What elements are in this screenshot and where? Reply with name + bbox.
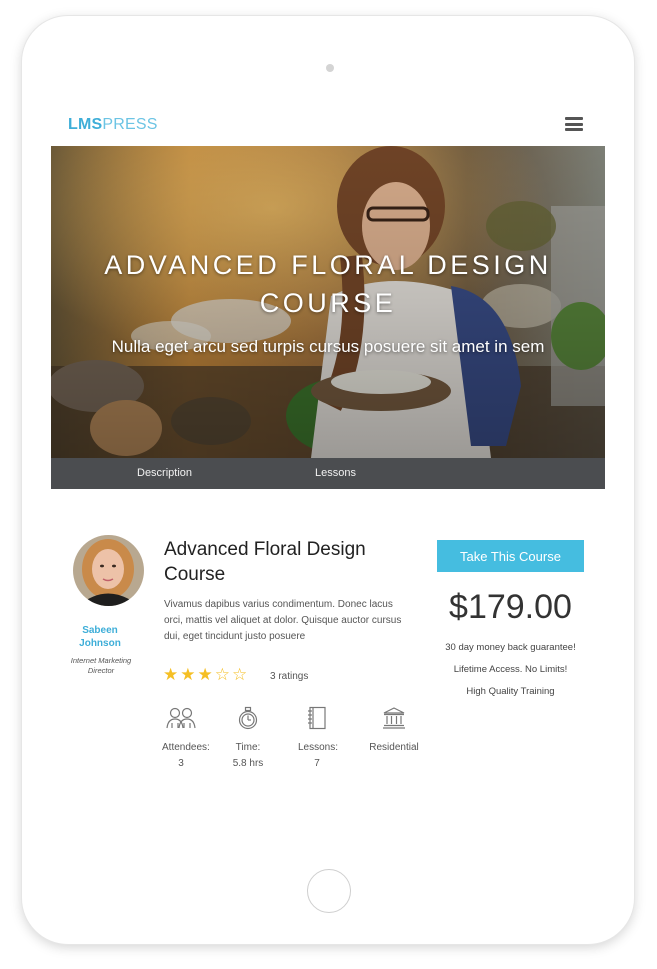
- star-filled-icon[interactable]: ★: [198, 666, 213, 684]
- stat-attendees-label: Attendees:: [162, 742, 210, 753]
- star-filled-icon[interactable]: ★: [180, 666, 195, 684]
- hamburger-menu-icon[interactable]: [565, 117, 583, 131]
- hero-banner: ADVANCED FLORAL DESIGN COURSE Nulla eget…: [51, 146, 605, 458]
- perk-high-quality: High Quality Training: [466, 686, 555, 697]
- stat-time-value: 5.8 hrs: [232, 758, 264, 769]
- hero-subtitle: Nulla eget arcu sed turpis cursus posuer…: [111, 337, 545, 356]
- camera-dot: [326, 64, 334, 72]
- course-price: $179.00: [449, 588, 572, 626]
- stat-residential: Residential: [366, 706, 422, 754]
- tab-description[interactable]: Description: [137, 467, 192, 479]
- author-avatar[interactable]: [73, 535, 144, 606]
- ratings-count: 3 ratings: [270, 671, 309, 682]
- stat-attendees: Attendees: 3: [162, 706, 210, 771]
- star-empty-icon[interactable]: ☆: [232, 666, 247, 684]
- stat-attendees-value: 3: [178, 758, 184, 769]
- hero-title-line1: ADVANCED FLORAL DESIGN: [104, 250, 552, 280]
- course-tabs: Description Lessons: [51, 458, 605, 489]
- course-description: Vivamus dapibus varius condimentum. Done…: [164, 599, 402, 642]
- stat-lessons-label: Lessons:: [298, 742, 339, 753]
- home-button[interactable]: [307, 869, 351, 913]
- star-filled-icon[interactable]: ★: [163, 666, 178, 684]
- author-name[interactable]: Sabeen Johnson: [70, 624, 130, 650]
- take-this-course-button[interactable]: Take This Course: [437, 540, 584, 572]
- stat-lessons: Lessons: 7: [298, 706, 339, 771]
- course-title: Advanced Floral Design Course: [164, 539, 366, 585]
- logo-part-lms: LMS: [68, 116, 103, 133]
- perk-money-back: 30 day money back guarantee!: [445, 642, 576, 653]
- tab-lessons[interactable]: Lessons: [315, 467, 356, 479]
- logo-part-press: PRESS: [102, 116, 158, 133]
- hero-title: ADVANCED FLORAL DESIGN COURSE: [51, 246, 605, 322]
- perk-lifetime-access: Lifetime Access. No Limits!: [453, 664, 568, 675]
- attendees-icon: [166, 707, 196, 729]
- building-icon: [383, 707, 405, 729]
- stopwatch-icon: [238, 706, 258, 730]
- stat-lessons-value: 7: [314, 758, 320, 769]
- notebook-icon: [308, 706, 326, 730]
- stat-residential-label: Residential: [369, 742, 419, 753]
- stat-time-label: Time:: [235, 742, 261, 753]
- hero-title-line2: COURSE: [259, 288, 397, 318]
- logo[interactable]: LMSPRESS: [68, 116, 158, 134]
- author-role: Internet Marketing Director: [70, 656, 132, 675]
- rating-stars[interactable]: ★ ★ ★ ☆ ☆: [163, 666, 247, 684]
- star-empty-icon[interactable]: ☆: [215, 666, 230, 684]
- stat-time: Time: 5.8 hrs: [230, 706, 266, 771]
